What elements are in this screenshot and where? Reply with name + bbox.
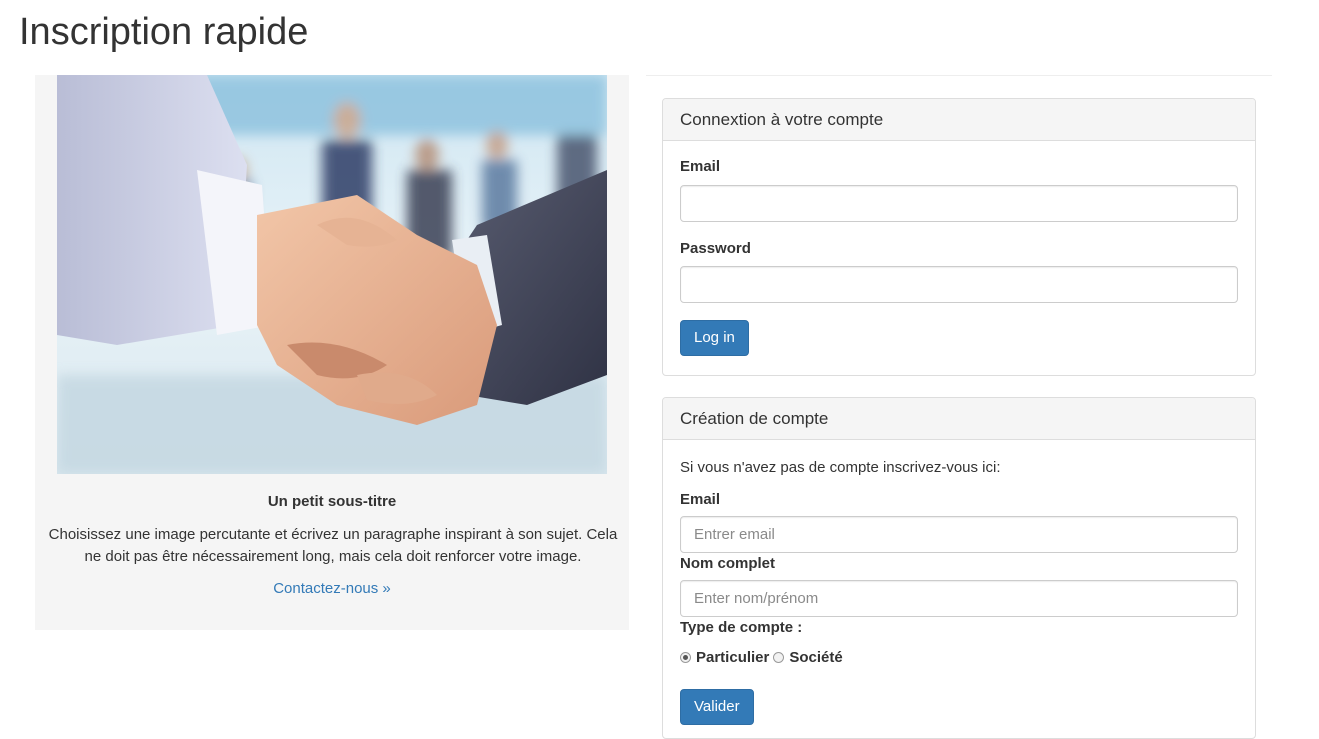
register-name-label: Nom complet — [680, 555, 776, 572]
login-email-label: Email — [680, 158, 721, 175]
radio-particulier-label[interactable]: Particulier — [696, 649, 769, 666]
contact-link[interactable]: Contactez-nous » — [35, 580, 629, 597]
register-intro: Si vous n'avez pas de compte inscrivez-v… — [680, 459, 1001, 476]
login-email-input[interactable] — [680, 185, 1238, 222]
account-type-group: Particulier Société — [680, 649, 847, 666]
divider — [646, 75, 1272, 76]
register-email-input[interactable] — [680, 516, 1238, 553]
register-submit-button[interactable]: Valider — [680, 689, 754, 725]
register-panel: Création de compte Si vous n'avez pas de… — [662, 397, 1256, 739]
radio-societe[interactable] — [773, 652, 785, 663]
promo-subtitle: Un petit sous-titre — [267, 493, 397, 510]
account-type-label: Type de compte : — [680, 619, 803, 636]
login-password-label: Password — [680, 240, 751, 257]
radio-societe-label[interactable]: Société — [789, 649, 842, 666]
login-button[interactable]: Log in — [680, 320, 749, 356]
register-email-label: Email — [680, 491, 721, 508]
register-panel-heading: Création de compte — [663, 398, 1255, 440]
login-password-input[interactable] — [680, 266, 1238, 303]
radio-particulier[interactable] — [680, 652, 691, 663]
handshake-photo — [57, 75, 607, 474]
promo-paragraph: Choisissez une image percutante et écriv… — [48, 526, 618, 565]
promo-panel: Un petit sous-titre Choisissez une image… — [35, 75, 629, 630]
login-panel-heading: Connextion à votre compte — [663, 99, 1255, 141]
page-title: Inscription rapide — [19, 11, 309, 53]
register-name-input[interactable] — [680, 580, 1238, 617]
login-panel: Connextion à votre compte Email Password… — [662, 98, 1256, 376]
